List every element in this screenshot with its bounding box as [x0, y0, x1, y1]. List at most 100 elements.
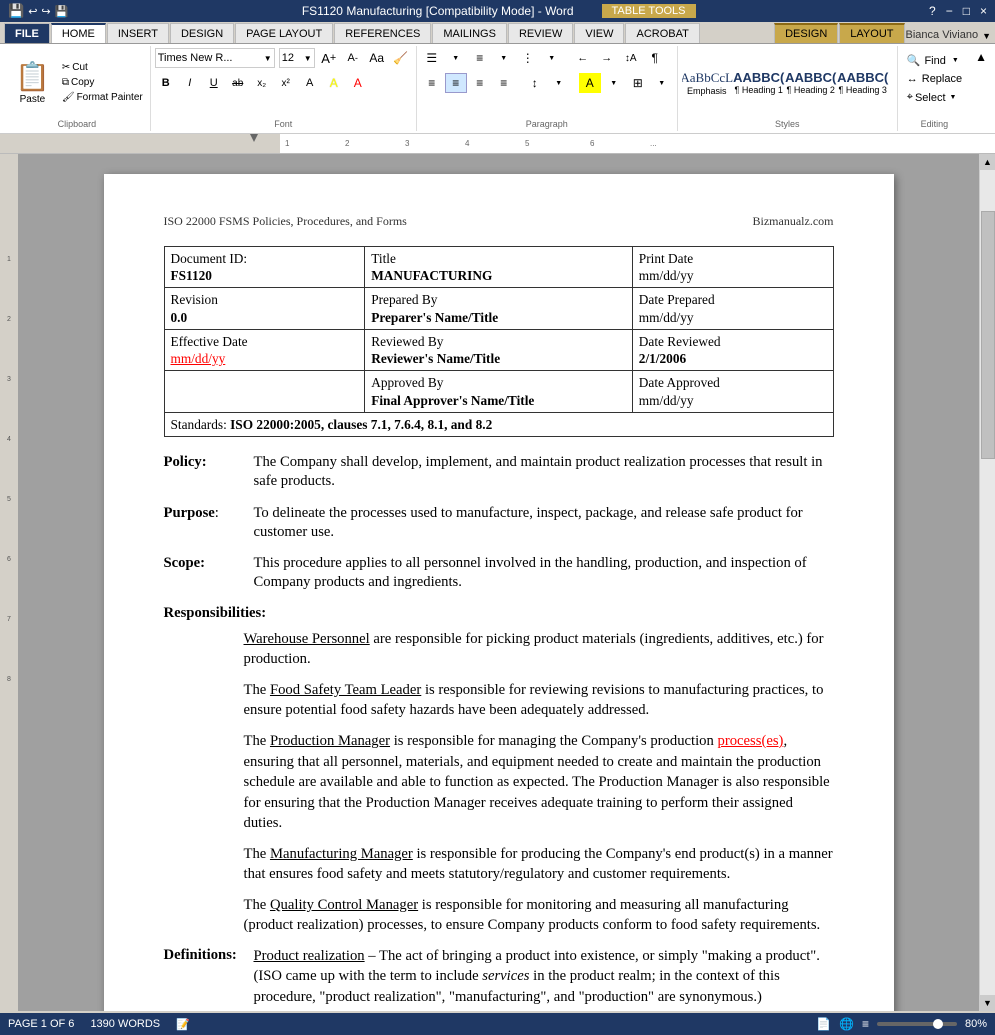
- numbering-btn[interactable]: ≡: [469, 48, 491, 68]
- zoom-slider[interactable]: [877, 1022, 957, 1026]
- close-btn[interactable]: ×: [980, 4, 987, 18]
- line-spacing-btn[interactable]: ↕: [524, 73, 546, 93]
- replace-btn[interactable]: ↔ Replace: [902, 71, 967, 87]
- sort-btn[interactable]: ↕A: [620, 48, 642, 68]
- select-dropdown[interactable]: ▼: [950, 94, 957, 101]
- style-heading1[interactable]: AABBC( ¶ Heading 1: [734, 67, 784, 98]
- increase-font-btn[interactable]: A+: [318, 48, 340, 68]
- undo-icon[interactable]: ↩: [28, 5, 37, 18]
- shading-btn[interactable]: A: [579, 73, 601, 93]
- format-painter-button[interactable]: 🖌Format Painter: [59, 91, 146, 104]
- heading2-preview: AABBC(: [785, 70, 836, 85]
- dropdown-multilevel[interactable]: ▼: [541, 48, 563, 68]
- tab-references[interactable]: REFERENCES: [334, 23, 431, 43]
- font-name-select[interactable]: Times New R... ▼: [155, 48, 275, 68]
- ruler-mark-6: 6: [590, 139, 594, 148]
- definitions-label: Definitions:: [164, 946, 254, 1011]
- view-web-btn[interactable]: 🌐: [839, 1017, 854, 1031]
- decrease-indent-btn[interactable]: ←: [572, 48, 594, 68]
- font-size-select[interactable]: 12 ▼: [279, 48, 315, 68]
- table-cell-effective-date: Effective Date mm/dd/yy: [164, 329, 365, 371]
- select-btn[interactable]: ⌖ Select ▼: [902, 89, 962, 106]
- show-formatting-btn[interactable]: ¶: [644, 48, 666, 68]
- paste-button[interactable]: 📋 Paste: [8, 55, 57, 110]
- find-btn[interactable]: 🔍 Find ▼: [902, 52, 964, 69]
- style-heading3[interactable]: AABBC( ¶ Heading 3: [838, 67, 888, 98]
- strikethrough-btn[interactable]: ab: [227, 73, 249, 93]
- responsibility-item-5: The Quality Control Manager is responsib…: [244, 895, 834, 936]
- superscript-btn[interactable]: x²: [275, 73, 297, 93]
- select-icon: ⌖: [907, 91, 913, 104]
- document-page[interactable]: ISO 22000 FSMS Policies, Procedures, and…: [104, 174, 894, 1011]
- zoom-thumb[interactable]: [933, 1019, 943, 1029]
- text-highlight-btn[interactable]: A: [323, 73, 345, 93]
- collapse-ribbon-btn[interactable]: ▲: [971, 46, 991, 69]
- font-name-dropdown[interactable]: ▼: [264, 54, 272, 63]
- tab-insert[interactable]: INSERT: [107, 23, 169, 43]
- dropdown-shading[interactable]: ▼: [603, 73, 625, 93]
- view-print-btn[interactable]: 📄: [816, 1017, 831, 1031]
- font-size-dropdown[interactable]: ▼: [304, 54, 312, 63]
- style-emphasis[interactable]: AaBbCcL Emphasis: [682, 67, 732, 99]
- proofing-icon[interactable]: 📝: [176, 1018, 190, 1031]
- change-case-btn[interactable]: Aa: [366, 48, 388, 68]
- align-right-btn[interactable]: ≡: [469, 73, 491, 93]
- editing-group: 🔍 Find ▼ ↔ Replace ⌖ Select ▼ Editing: [898, 46, 971, 131]
- text-effect-btn[interactable]: A: [299, 73, 321, 93]
- tab-design[interactable]: DESIGN: [170, 23, 234, 43]
- dropdown-bullets[interactable]: ▼: [445, 48, 467, 68]
- vertical-scrollbar[interactable]: ▲ ▼: [979, 154, 995, 1011]
- bullets-btn[interactable]: ☰: [421, 48, 443, 68]
- align-left-btn[interactable]: ≡: [421, 73, 443, 93]
- cut-button[interactable]: ✂Cut: [59, 61, 146, 74]
- ruler-body: 1 2 3 4 5 6 ...: [170, 134, 995, 153]
- minimize-btn[interactable]: −: [946, 4, 953, 18]
- increase-indent-btn[interactable]: →: [596, 48, 618, 68]
- tab-file[interactable]: FILE: [4, 23, 50, 43]
- dropdown-borders[interactable]: ▼: [651, 73, 673, 93]
- underline-btn[interactable]: U: [203, 73, 225, 93]
- view-draft-btn[interactable]: ≡: [862, 1017, 869, 1031]
- scroll-down-btn[interactable]: ▼: [980, 995, 995, 1011]
- quality-control-manager: Quality Control Manager: [270, 897, 418, 913]
- justify-btn[interactable]: ≡: [493, 73, 515, 93]
- tab-table-design[interactable]: DESIGN: [774, 23, 838, 43]
- horizontal-ruler: 1 2 3 4 5 6 ...: [0, 134, 995, 154]
- styles-scroll-up[interactable]: ▲: [892, 77, 893, 88]
- find-dropdown[interactable]: ▼: [952, 57, 959, 64]
- scroll-thumb[interactable]: [981, 211, 995, 459]
- bold-btn[interactable]: B: [155, 73, 177, 93]
- tab-page-layout[interactable]: PAGE LAYOUT: [235, 23, 333, 43]
- tab-table-layout[interactable]: LAYOUT: [839, 23, 904, 43]
- style-heading2[interactable]: AABBC( ¶ Heading 2: [786, 67, 836, 98]
- italic-btn[interactable]: I: [179, 73, 201, 93]
- redo-icon[interactable]: ↪: [41, 5, 50, 18]
- scroll-up-btn[interactable]: ▲: [980, 154, 995, 170]
- ruler-v-7: 7: [0, 614, 18, 674]
- quick-save-icon[interactable]: 💾: [55, 5, 69, 18]
- tab-review[interactable]: REVIEW: [508, 23, 573, 43]
- tab-acrobat[interactable]: ACROBAT: [625, 23, 699, 43]
- multilevel-btn[interactable]: ⋮: [517, 48, 539, 68]
- copy-button[interactable]: ⧉Copy: [59, 76, 146, 89]
- help-btn[interactable]: ?: [929, 4, 936, 18]
- clear-format-btn[interactable]: 🧹: [390, 48, 412, 68]
- responsibility-item-4: The Manufacturing Manager is responsible…: [244, 844, 834, 885]
- borders-btn[interactable]: ⊞: [627, 73, 649, 93]
- tab-view[interactable]: VIEW: [574, 23, 624, 43]
- food-safety-leader: Food Safety Team Leader: [270, 682, 421, 698]
- scroll-track[interactable]: [980, 170, 995, 995]
- tab-mailings[interactable]: MAILINGS: [432, 23, 507, 43]
- replace-icon: ↔: [907, 73, 918, 85]
- tab-home[interactable]: HOME: [51, 23, 106, 43]
- subscript-btn[interactable]: x₂: [251, 73, 273, 93]
- maximize-btn[interactable]: □: [963, 4, 970, 18]
- font-color-btn[interactable]: A: [347, 73, 369, 93]
- align-center-btn[interactable]: ≡: [445, 73, 467, 93]
- dropdown-line-spacing[interactable]: ▼: [548, 73, 570, 93]
- document-area: ISO 22000 FSMS Policies, Procedures, and…: [18, 154, 979, 1011]
- dropdown-numbering[interactable]: ▼: [493, 48, 515, 68]
- user-dropdown[interactable]: ▼: [982, 31, 991, 41]
- decrease-font-btn[interactable]: A-: [342, 48, 364, 68]
- document-content: Policy: The Company shall develop, imple…: [164, 453, 834, 1011]
